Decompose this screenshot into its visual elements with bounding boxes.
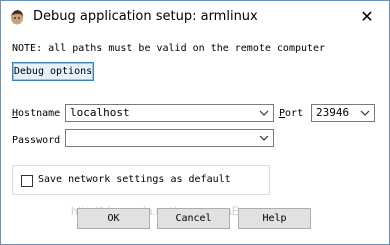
port-value: 23946 (316, 106, 350, 119)
port-label: Port (279, 108, 304, 119)
chevron-down-icon (259, 110, 269, 116)
dialog-window: Debug application setup: armlinux ✕ NOTE… (0, 0, 390, 245)
chevron-down-icon (360, 110, 370, 116)
save-settings-checkbox[interactable] (21, 175, 33, 187)
network-settings-group: Save network settings as default (12, 165, 270, 195)
app-icon (11, 10, 23, 25)
cancel-button[interactable]: Cancel (157, 208, 230, 229)
password-label: Password (12, 135, 61, 146)
ok-button[interactable]: OK (77, 208, 150, 229)
save-settings-label[interactable]: Save network settings as default (38, 174, 231, 185)
hostname-label: Hostname (12, 108, 61, 119)
chevron-down-icon (259, 135, 269, 141)
close-button[interactable]: ✕ (345, 1, 389, 32)
port-combobox[interactable]: 23946 (311, 104, 375, 122)
close-icon: ✕ (360, 7, 374, 26)
hostname-combobox[interactable]: localhost (65, 104, 274, 122)
window-title: Debug application setup: armlinux (33, 9, 258, 24)
remote-path-note: NOTE: all paths must be valid on the rem… (12, 43, 326, 54)
password-combobox[interactable] (65, 129, 274, 147)
debug-options-button[interactable]: Debug options (12, 62, 94, 81)
help-button[interactable]: Help (238, 208, 311, 229)
title-bar: Debug application setup: armlinux ✕ (1, 1, 389, 34)
hostname-value: localhost (70, 106, 130, 119)
